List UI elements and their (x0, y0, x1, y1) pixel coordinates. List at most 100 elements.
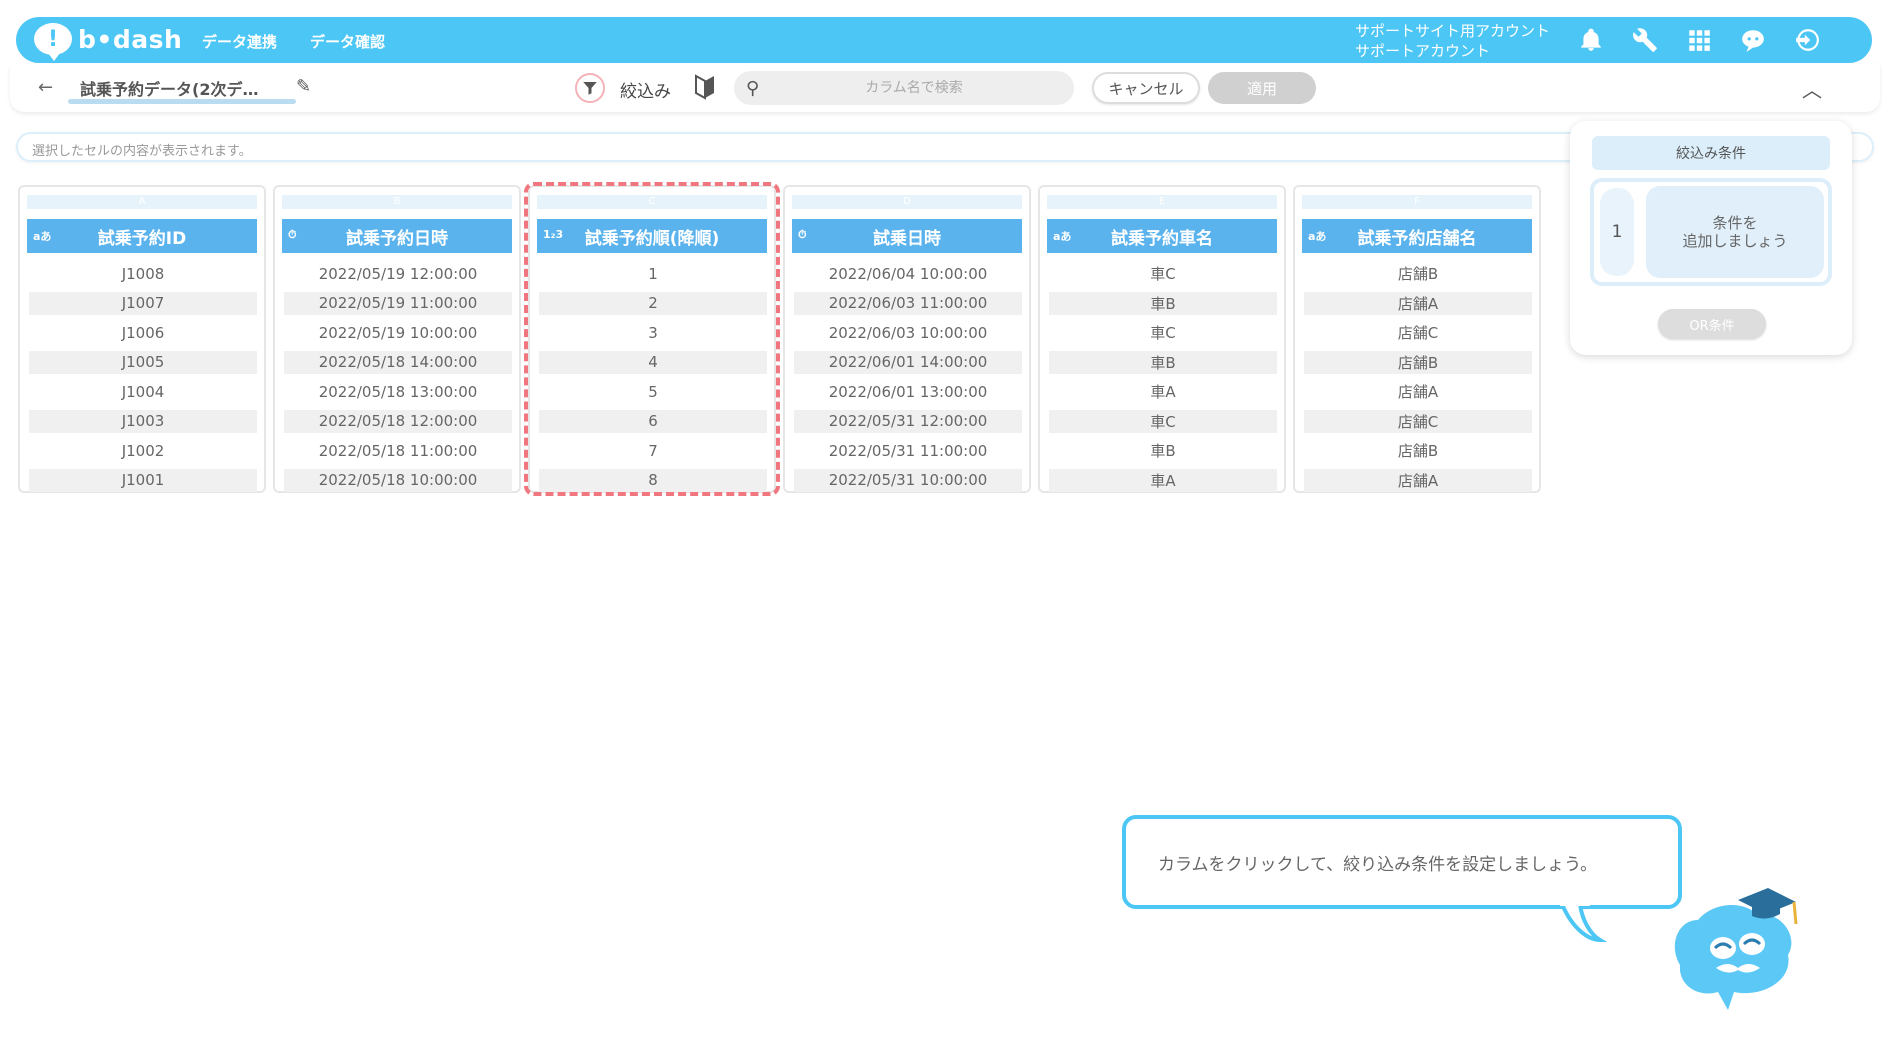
table-cell[interactable]: 5 (539, 377, 767, 407)
table-cell[interactable]: 店舗A (1304, 291, 1532, 315)
table-cell[interactable]: J1008 (29, 259, 257, 289)
timer-icon: ⏱ (798, 228, 807, 241)
table-cell[interactable]: 2022/05/31 10:00:00 (794, 468, 1022, 492)
cell-content-placeholder: 選択したセルの内容が表示されます。 (32, 144, 252, 159)
table-cell[interactable]: 店舗B (1304, 259, 1532, 289)
column-f[interactable]: F aあ 試乗予約店舗名 店舗B 店舗A 店舗C 店舗B 店舗A 店舗C 店舗B… (1293, 185, 1541, 493)
table-cell[interactable]: 2022/05/19 10:00:00 (284, 318, 512, 348)
table-cell[interactable]: 店舗B (1304, 350, 1532, 374)
bell-icon[interactable] (1576, 25, 1606, 55)
table-cell[interactable]: 2022/05/31 11:00:00 (794, 436, 1022, 466)
account-info[interactable]: サポートサイト用アカウント サポートアカウント (1355, 21, 1550, 61)
table-cell[interactable]: 2022/06/04 10:00:00 (794, 259, 1022, 289)
bdash-logo[interactable]: ! b•dash (34, 23, 183, 61)
table-cell[interactable]: 2022/05/18 10:00:00 (284, 468, 512, 492)
table-cell[interactable]: 2022/06/01 14:00:00 (794, 350, 1022, 374)
table-cell[interactable]: 車A (1049, 468, 1277, 492)
table-cell[interactable]: J1003 (29, 409, 257, 433)
table-cell[interactable]: J1002 (29, 436, 257, 466)
back-arrow-icon[interactable]: ← (38, 77, 53, 98)
table-cell[interactable]: 4 (539, 350, 767, 374)
table-cell[interactable]: 2022/06/03 11:00:00 (794, 291, 1022, 315)
table-cell[interactable]: 2022/05/31 12:00:00 (794, 409, 1022, 433)
number-type-icon: 1₂3 (543, 228, 564, 241)
table-cell[interactable]: 店舗B (1304, 436, 1532, 466)
table-cell[interactable]: 車B (1049, 350, 1277, 374)
table-cell[interactable]: 2022/05/18 12:00:00 (284, 409, 512, 433)
column-header[interactable]: 1₂3 試乗予約順(降順) (537, 219, 767, 253)
guide-tooltip: カラムをクリックして、絞り込み条件を設定しましょう。 (1122, 815, 1682, 909)
table-cell[interactable]: 2022/05/18 11:00:00 (284, 436, 512, 466)
table-cell[interactable]: 6 (539, 409, 767, 433)
table-cell[interactable]: 店舗C (1304, 409, 1532, 433)
tooltip-tail (1560, 900, 1608, 943)
table-cell[interactable]: 2022/05/19 12:00:00 (284, 259, 512, 289)
column-search-input[interactable] (734, 80, 1074, 96)
table-cell[interactable]: J1004 (29, 377, 257, 407)
table-cell[interactable]: 1 (539, 259, 767, 289)
table-cell[interactable]: 7 (539, 436, 767, 466)
table-cell[interactable]: J1006 (29, 318, 257, 348)
apply-button[interactable]: 適用 (1208, 72, 1316, 104)
column-d[interactable]: D ⏱ 試乗日時 2022/06/04 10:00:00 2022/06/03 … (783, 185, 1031, 493)
table-cell[interactable]: 2022/05/18 14:00:00 (284, 350, 512, 374)
chat-icon[interactable] (1738, 25, 1768, 55)
timer-icon: ⏱ (288, 228, 297, 241)
column-name: 試乗予約ID (97, 228, 187, 249)
column-letter: C (537, 195, 767, 209)
column-header[interactable]: ⏱ 試乗予約日時 (282, 219, 512, 253)
table-cell[interactable]: 2022/05/19 11:00:00 (284, 291, 512, 315)
column-c[interactable]: C 1₂3 試乗予約順(降順) 1 2 3 4 5 6 7 8 (528, 185, 776, 493)
column-search-box[interactable]: ⚲ (734, 71, 1074, 105)
beginner-mark-icon[interactable] (693, 74, 717, 100)
table-cell[interactable]: 車C (1049, 259, 1277, 289)
column-b[interactable]: B ⏱ 試乗予約日時 2022/05/19 12:00:00 2022/05/1… (273, 185, 521, 493)
title-underline (68, 99, 296, 104)
table-cell[interactable]: 車A (1049, 377, 1277, 407)
mascot-icon (1674, 888, 1798, 1010)
text-type-icon: aあ (1308, 230, 1327, 243)
table-cell[interactable]: 車B (1049, 291, 1277, 315)
nav-data-integration[interactable]: データ連携 (202, 31, 277, 52)
table-cell[interactable]: 店舗C (1304, 318, 1532, 348)
table-cell[interactable]: 2022/05/18 13:00:00 (284, 377, 512, 407)
table-cell[interactable]: 2 (539, 291, 767, 315)
add-condition-dropzone[interactable]: 条件を 追加しましょう (1646, 186, 1824, 278)
column-rows: 店舗B 店舗A 店舗C 店舗B 店舗A 店舗C 店舗B 店舗A (1304, 259, 1532, 495)
condition-group: 1 条件を 追加しましょう (1590, 178, 1832, 286)
edit-pencil-icon[interactable]: ✎ (296, 76, 311, 97)
column-a[interactable]: A aあ 試乗予約ID J1008 J1007 J1006 J1005 J100… (18, 185, 266, 493)
table-cell[interactable]: J1005 (29, 350, 257, 374)
table-cell[interactable]: 店舗A (1304, 468, 1532, 492)
table-cell[interactable]: J1001 (29, 468, 257, 492)
table-cell[interactable]: 車B (1049, 436, 1277, 466)
column-header[interactable]: aあ 試乗予約ID (27, 219, 257, 253)
table-cell[interactable]: 車C (1049, 409, 1277, 433)
guide-tooltip-text: カラムをクリックして、絞り込み条件を設定しましょう。 (1158, 854, 1598, 875)
column-letter: A (27, 195, 257, 209)
logout-icon[interactable] (1792, 25, 1822, 55)
column-header[interactable]: aあ 試乗予約店舗名 (1302, 219, 1532, 253)
table-cell[interactable]: 2022/06/03 10:00:00 (794, 318, 1022, 348)
column-e[interactable]: E aあ 試乗予約車名 車C 車B 車C 車B 車A 車C 車B 車A (1038, 185, 1286, 493)
condition-number: 1 (1600, 188, 1634, 276)
wrench-icon[interactable] (1630, 25, 1660, 55)
table-cell[interactable]: J1007 (29, 291, 257, 315)
logo-text: b•dash (78, 24, 183, 54)
text-type-icon: aあ (1053, 230, 1072, 243)
cancel-button[interactable]: キャンセル (1092, 72, 1200, 104)
nav-data-check[interactable]: データ確認 (310, 31, 385, 52)
chevron-up-icon[interactable]: ︿ (1802, 74, 1822, 103)
table-cell[interactable]: 3 (539, 318, 767, 348)
table-cell[interactable]: 車C (1049, 318, 1277, 348)
column-header[interactable]: ⏱ 試乗日時 (792, 219, 1022, 253)
filter-icon[interactable] (575, 73, 605, 103)
table-cell[interactable]: 店舗A (1304, 377, 1532, 407)
column-name: 試乗予約順(降順) (584, 228, 720, 249)
column-header[interactable]: aあ 試乗予約車名 (1047, 219, 1277, 253)
column-letter: B (282, 195, 512, 209)
or-condition-button[interactable]: OR条件 (1658, 309, 1766, 339)
grid-icon[interactable] (1684, 25, 1714, 55)
table-cell[interactable]: 2022/06/01 13:00:00 (794, 377, 1022, 407)
table-cell[interactable]: 8 (539, 468, 767, 492)
